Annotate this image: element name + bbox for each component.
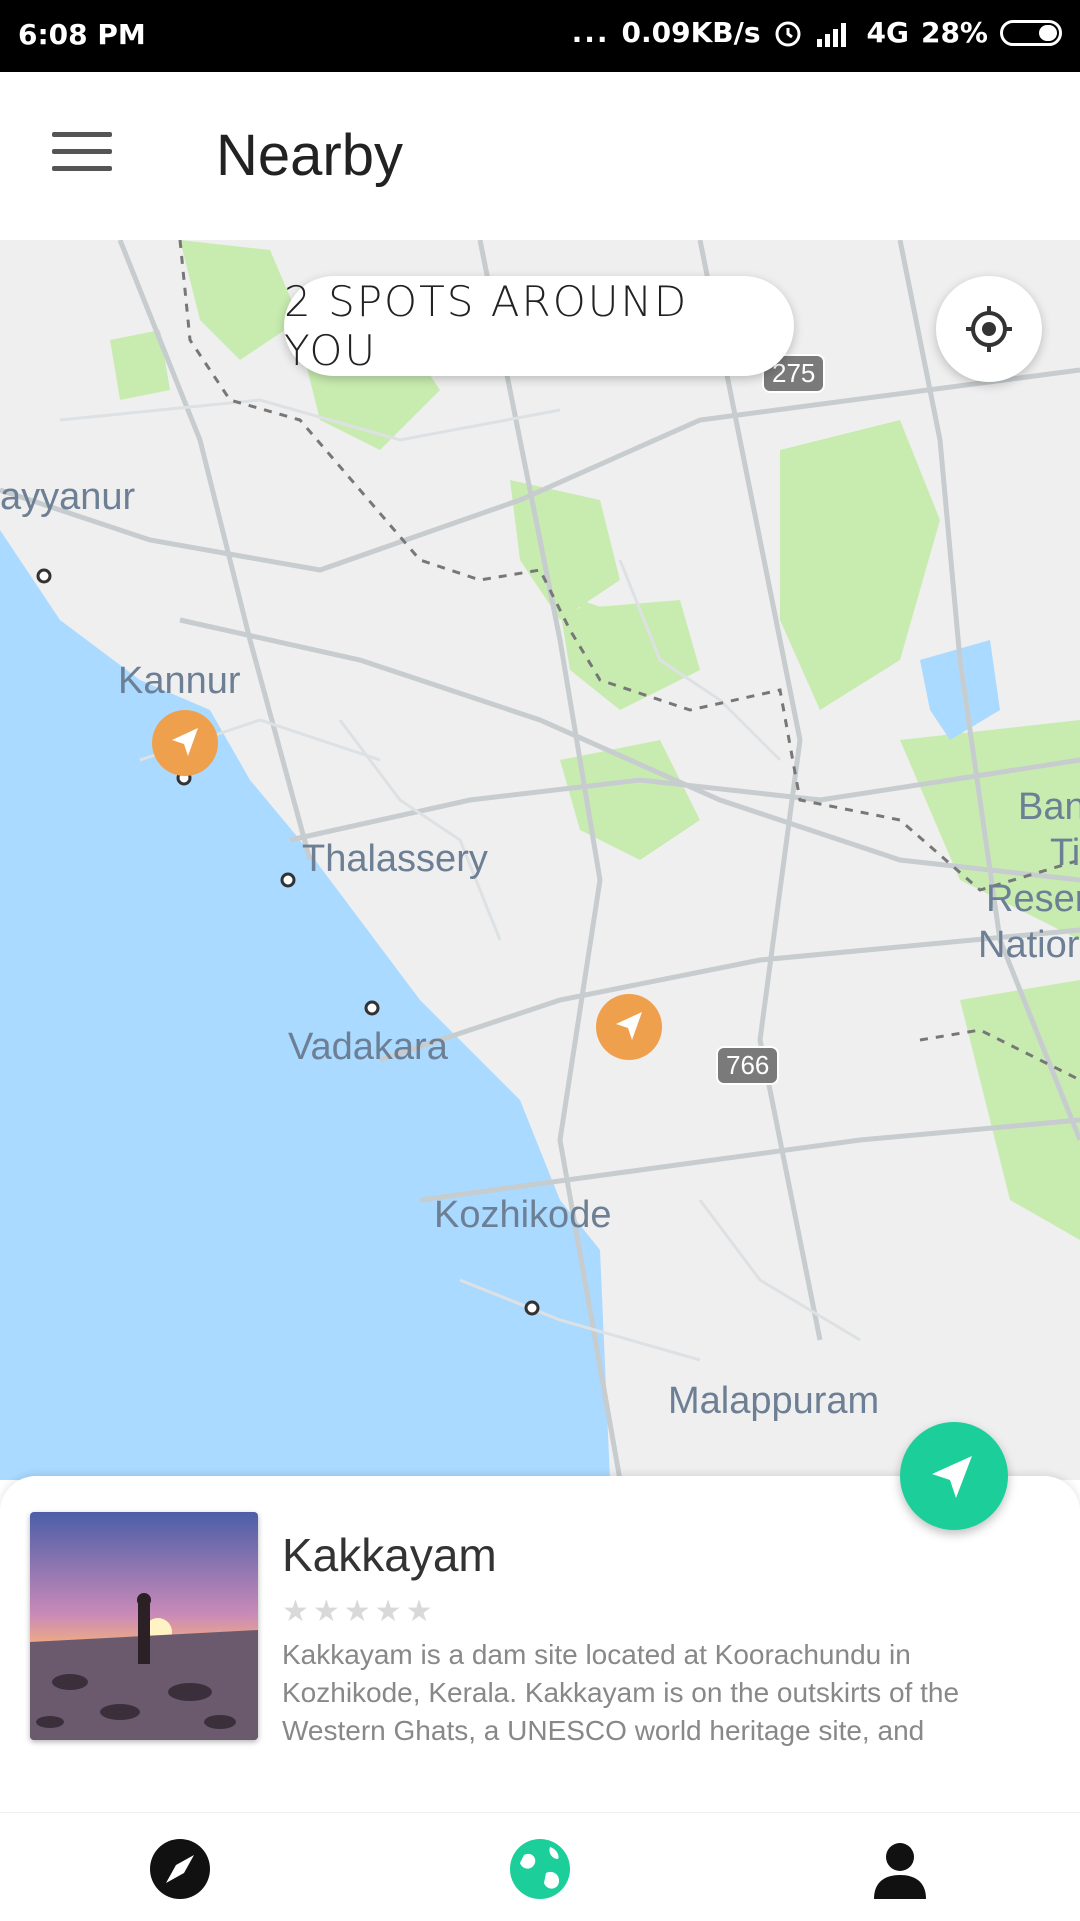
navigation-arrow-icon <box>172 728 198 756</box>
status-icons: ... 0.09KB/s 4G 28% <box>572 16 1062 49</box>
place-description: Kakkayam is a dam site located at Koorac… <box>282 1639 960 1746</box>
notification-dots: ... <box>571 16 610 49</box>
navigation-arrow-icon <box>616 1012 642 1040</box>
status-bar: 6:08 PM ... 0.09KB/s 4G 28% <box>0 0 1080 72</box>
map-label-ti: Ti <box>1050 832 1080 874</box>
network-type: 4G <box>866 16 909 49</box>
map-label-kozhikode: Kozhikode <box>434 1194 612 1236</box>
battery-percent: 28% <box>920 16 988 49</box>
navigation-arrow-icon <box>932 1456 972 1498</box>
map-label-reser: Reser <box>986 878 1080 920</box>
map-label-thalassery: Thalassery <box>302 838 488 880</box>
map-label-vadakara: Vadakara <box>288 1026 448 1068</box>
map-label-kannur: Kannur <box>118 660 241 702</box>
alarm-icon <box>775 21 800 46</box>
map-view[interactable]: ayyanur Kannur Thalassery Vadakara Kozhi… <box>0 240 1080 1480</box>
spots-count-pill: 2 SPOTS AROUND YOU <box>284 276 794 376</box>
navigate-button[interactable] <box>900 1422 1008 1530</box>
highway-shield-766: 766 <box>716 1046 780 1085</box>
compass-icon <box>150 1839 210 1899</box>
globe-icon <box>510 1839 570 1899</box>
nav-profile[interactable] <box>860 1829 940 1909</box>
app-bar: Nearby <box>0 72 1080 240</box>
map-label-ban: Ban <box>1018 786 1080 828</box>
signal-icon <box>816 22 846 47</box>
map-label-malappuram: Malappuram <box>668 1380 880 1422</box>
bottom-navigation <box>0 1812 1080 1921</box>
map-label-natio: Natior <box>978 924 1080 966</box>
hamburger-menu-icon[interactable] <box>52 132 112 180</box>
spot-marker-kannur[interactable] <box>152 710 218 776</box>
spot-marker-kakkayam[interactable] <box>596 994 662 1060</box>
my-location-icon <box>966 306 1012 352</box>
page-title: Nearby <box>216 123 403 188</box>
nav-nearby[interactable] <box>500 1829 580 1909</box>
network-speed: 0.09KB/s <box>621 16 761 49</box>
nav-explore[interactable] <box>140 1829 220 1909</box>
map-label-payyanur: ayyanur <box>0 476 136 518</box>
place-thumbnail <box>30 1512 258 1740</box>
battery-icon <box>1000 19 1062 46</box>
map-canvas <box>0 240 1080 1480</box>
my-location-button[interactable] <box>936 276 1042 382</box>
person-icon <box>874 1843 926 1899</box>
rating-stars: ★★★★★ <box>282 1595 437 1628</box>
status-time: 6:08 PM <box>18 18 146 51</box>
place-name: Kakkayam <box>282 1529 497 1581</box>
